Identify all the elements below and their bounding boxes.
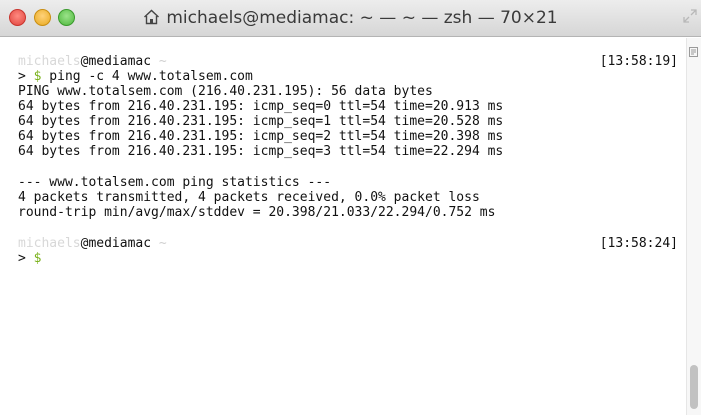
output-line: 64 bytes from 216.40.231.195: icmp_seq=3… xyxy=(18,144,504,159)
prompt-dollar: $ xyxy=(33,251,42,266)
window-title-text: michaels@mediamac: ~ — ~ — zsh — 70×21 xyxy=(166,8,558,28)
stats-line: 4 packets transmitted, 4 packets receive… xyxy=(18,190,480,205)
prompt-arrow: > xyxy=(18,69,34,84)
stats-line: round-trip min/avg/max/stddev = 20.398/2… xyxy=(18,205,496,220)
command-line-1: > $ ping -c 4 www.totalsem.com xyxy=(18,69,678,84)
prompt-directory: ~ xyxy=(151,54,167,69)
window-title: michaels@mediamac: ~ — ~ — zsh — 70×21 xyxy=(0,8,701,30)
scroll-marker-icon xyxy=(689,44,698,57)
prompt-directory: ~ xyxy=(151,236,167,251)
prompt-timestamp: [13:58:24] xyxy=(599,236,678,251)
terminal-window: michaels@mediamac: ~ — ~ — zsh — 70×21 m… xyxy=(0,0,701,415)
scrollbar-thumb[interactable] xyxy=(690,365,698,409)
command-line-2: > $ xyxy=(18,251,678,266)
prompt-host: @mediamac xyxy=(80,54,152,69)
prompt-user: michaels xyxy=(18,236,81,251)
prompt-user: michaels xyxy=(18,54,81,69)
vertical-scrollbar[interactable] xyxy=(686,38,701,415)
prompt-host: @mediamac xyxy=(80,236,152,251)
prompt-arrow: > xyxy=(18,251,34,266)
output-line: 64 bytes from 216.40.231.195: icmp_seq=1… xyxy=(18,114,504,129)
prompt-line-2: michaels@mediamac ~ [13:58:24] xyxy=(18,236,678,251)
home-icon xyxy=(143,9,160,30)
output-line: PING www.totalsem.com (216.40.231.195): … xyxy=(18,84,433,99)
output-line: 64 bytes from 216.40.231.195: icmp_seq=2… xyxy=(18,129,504,144)
command-text: ping -c 4 www.totalsem.com xyxy=(41,69,253,84)
prompt-timestamp: [13:58:19] xyxy=(599,54,678,69)
terminal-output[interactable]: michaels@mediamac ~ [13:58:19] > $ ping -… xyxy=(0,38,686,415)
output-line: 64 bytes from 216.40.231.195: icmp_seq=0… xyxy=(18,99,504,114)
title-bar[interactable]: michaels@mediamac: ~ — ~ — zsh — 70×21 xyxy=(0,0,701,37)
fullscreen-icon[interactable] xyxy=(683,9,697,23)
stats-line: --- www.totalsem.com ping statistics --- xyxy=(18,175,332,190)
prompt-line-1: michaels@mediamac ~ [13:58:19] xyxy=(18,54,678,69)
